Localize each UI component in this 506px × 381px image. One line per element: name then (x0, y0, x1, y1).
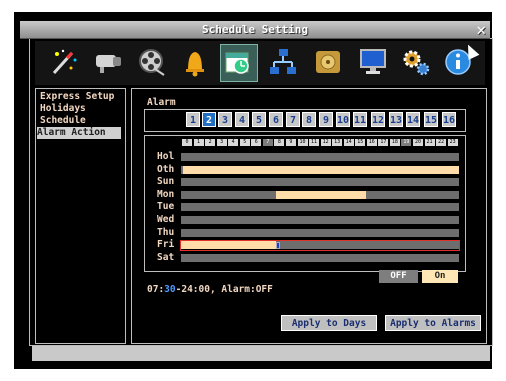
alarm-number-button[interactable]: 15 (424, 112, 438, 127)
day-label: Wed (157, 214, 175, 225)
hour-tick-label: 3 (216, 139, 227, 146)
alarm-label: Alarm (147, 97, 176, 108)
main-toolbar (35, 41, 485, 85)
alarm-number-button[interactable]: 8 (302, 112, 316, 127)
hour-tick-label: 16 (366, 139, 377, 146)
footer-bar (32, 346, 490, 361)
title-bar: Schedule Setting ✕ (20, 21, 490, 39)
gears-icon[interactable] (398, 44, 434, 80)
camera-icon[interactable] (89, 44, 125, 80)
alarm-number-button[interactable]: 1 (186, 112, 200, 127)
alarm-number-button[interactable]: 4 (235, 112, 249, 127)
sidebar-item-schedule[interactable]: Schedule (40, 115, 124, 127)
schedule-icon[interactable] (220, 44, 258, 82)
hour-tick-label: 17 (378, 139, 389, 146)
alarm-number-button[interactable]: 9 (319, 112, 333, 127)
status-time-cursor: 30 (164, 284, 176, 295)
day-label: Hol (157, 151, 175, 162)
hour-tick-label: 21 (424, 139, 435, 146)
off-toggle-button[interactable]: OFF (379, 270, 418, 283)
status-time-rest: -24:00, Alarm:OFF (175, 284, 273, 295)
on-toggle-button[interactable]: On (422, 270, 458, 283)
monitor-icon[interactable] (355, 44, 391, 80)
status-line: 07:30-24:00, Alarm:OFF (147, 284, 273, 295)
hour-tick-label: 4 (228, 139, 239, 146)
day-schedule-bar[interactable] (181, 253, 459, 262)
alarm-number-button[interactable]: 7 (286, 112, 300, 127)
day-schedule-bar[interactable] (181, 190, 459, 199)
day-label: Sun (157, 176, 175, 188)
schedule-on-segment (183, 165, 459, 174)
hour-tick-label: 0 (182, 139, 192, 146)
hour-tick-label: 14 (343, 139, 354, 146)
sidebar-item-holidays[interactable]: Holidays (40, 103, 124, 115)
day-label: Tue (157, 201, 175, 213)
alarm-number-button[interactable]: 2 (202, 112, 216, 127)
hour-tick-label: 18 (389, 139, 400, 146)
alarm-number-button[interactable]: 12 (371, 112, 385, 127)
status-time-start: 07: (147, 284, 165, 295)
day-label: Oth (157, 163, 175, 175)
alarm-number-button[interactable]: 11 (353, 112, 367, 127)
sidebar-item-alarm-action[interactable]: Alarm Action (37, 127, 121, 139)
hour-tick-label: 6 (251, 139, 262, 146)
day-schedule-bar[interactable] (181, 216, 459, 224)
hour-tick-label: 9 (285, 139, 296, 146)
sidebar-item-express-setup[interactable]: Express Setup (40, 91, 124, 103)
alarm-number-button[interactable]: 13 (389, 112, 403, 127)
apply-to-alarms-button[interactable]: Apply to Alarms (385, 315, 481, 331)
selected-row-frame (180, 240, 460, 251)
alarm-number-button[interactable]: 10 (336, 112, 350, 127)
hour-tick-label: 1 (193, 139, 204, 146)
day-schedule-bar[interactable] (181, 178, 459, 187)
hour-tick-label: 2 (205, 139, 216, 146)
alarm-number-button[interactable]: 6 (269, 112, 283, 127)
hour-tick-label: 15 (355, 139, 366, 146)
hour-tick-label: 23 (447, 139, 458, 146)
harddisk-icon[interactable] (310, 44, 346, 80)
magic-wand-icon[interactable] (45, 44, 81, 80)
hour-tick-label: 13 (332, 139, 343, 146)
hour-tick-label: 7 (262, 139, 273, 146)
day-schedule-bar[interactable] (181, 153, 459, 161)
day-label: Sat (157, 251, 175, 263)
hour-tick-label: 22 (436, 139, 447, 146)
network-icon[interactable] (265, 44, 301, 80)
alarm-number-button[interactable]: 5 (252, 112, 266, 127)
hour-tick-label: 20 (413, 139, 423, 146)
hour-tick-label: 11 (309, 139, 320, 146)
day-schedule-bar[interactable] (181, 165, 459, 174)
window-title: Schedule Setting (202, 23, 308, 36)
hour-tick-label: 5 (239, 139, 250, 146)
close-icon[interactable]: ✕ (476, 21, 486, 38)
alarm-number-button[interactable]: 16 (442, 112, 456, 127)
hour-tick-label: 19 (401, 139, 412, 146)
alarm-number-button[interactable]: 14 (406, 112, 420, 127)
day-label: Thu (157, 226, 175, 238)
day-label: Fri (157, 239, 175, 251)
day-label: Mon (157, 188, 175, 200)
day-schedule-bar[interactable] (181, 228, 459, 237)
hour-tick-label: 12 (320, 139, 331, 146)
bell-icon[interactable] (177, 44, 213, 80)
hour-tick-label: 8 (274, 139, 285, 146)
film-reel-icon[interactable] (133, 44, 169, 80)
hour-tick-label: 10 (297, 139, 308, 146)
day-schedule-bar[interactable] (181, 203, 459, 212)
alarm-number-button[interactable]: 3 (218, 112, 232, 127)
apply-to-days-button[interactable]: Apply to Days (281, 315, 377, 331)
schedule-on-segment (275, 190, 367, 199)
